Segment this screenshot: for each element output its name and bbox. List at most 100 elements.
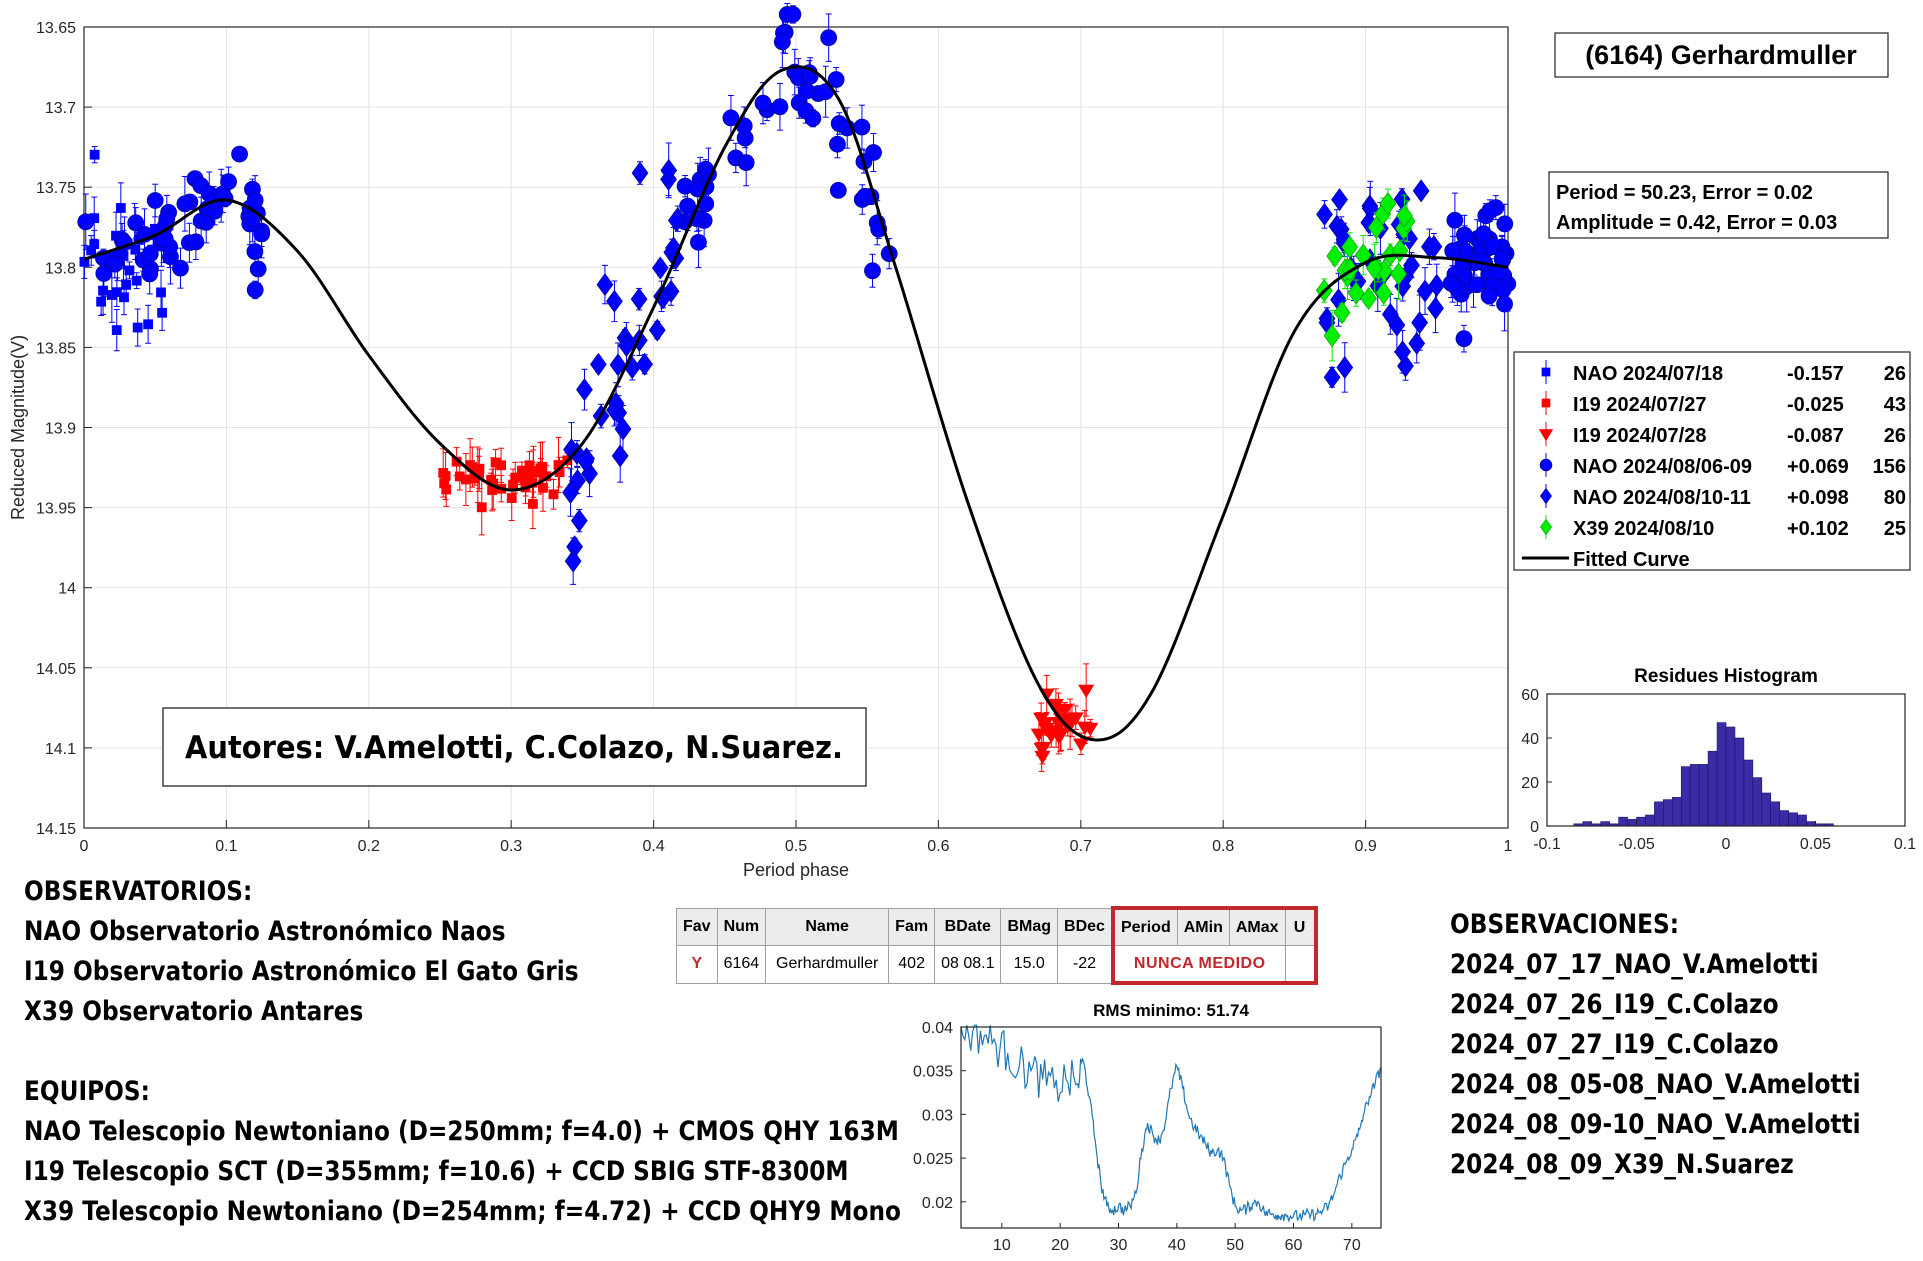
legend-count: 25 [1884, 518, 1906, 540]
data-point [231, 145, 248, 163]
legend-offset: +0.102 [1787, 518, 1849, 540]
data-point [771, 98, 789, 116]
data-point [89, 149, 100, 160]
data-point [1444, 242, 1462, 260]
legend-count: 26 [1884, 363, 1906, 385]
table-header: BMag [1000, 907, 1059, 946]
data-point [527, 499, 538, 509]
histogram-bar [1689, 764, 1700, 827]
histogram-bar [1680, 766, 1691, 827]
histogram-bar [1600, 821, 1610, 827]
x-tick-label: 1 [1504, 838, 1513, 855]
rms-plot: RMS minimo: 51.74 10 20 30 40 50 60 70 0.02 0.025… [913, 1001, 1382, 1254]
data-point [1496, 295, 1513, 313]
data-point [737, 154, 755, 172]
data-points [77, 2, 1517, 772]
histogram-bar [1654, 801, 1664, 827]
legend-count: 80 [1884, 487, 1906, 509]
period-text: Period = 50.23, Error = 0.02 [1556, 182, 1813, 204]
table-header: Num [716, 907, 767, 946]
data-point [856, 187, 874, 205]
legend-label: Fitted Curve [1573, 549, 1690, 571]
x-tick-label: 30 [1110, 1237, 1128, 1254]
table-header: AMax [1228, 906, 1286, 946]
observacion-line: 2024_07_17_NAO_V.Amelotti [1450, 949, 1819, 980]
chart-title: (6164) Gerhardmuller [1585, 40, 1857, 70]
y-tick-label: 13.9 [45, 421, 76, 438]
histogram-bar [1734, 737, 1745, 827]
data-point [1496, 215, 1514, 233]
y-tick-label: 40 [1521, 731, 1539, 748]
y-tick-label: 20 [1521, 775, 1539, 792]
data-point [1442, 274, 1460, 292]
data-point [89, 239, 100, 250]
data-point [576, 378, 593, 402]
legend-label: NAO 2024/07/18 [1573, 363, 1723, 385]
observacion-line: 2024_08_05-08_NAO_V.Amelotti [1450, 1069, 1861, 1100]
data-point [606, 289, 623, 313]
x-tick-label: 0.1 [1894, 836, 1916, 853]
table-cell: 08 08.1 [934, 945, 1002, 984]
data-point [176, 195, 194, 213]
y-tick-label: 0.035 [913, 1064, 953, 1081]
data-point [804, 109, 822, 127]
data-point [651, 256, 669, 280]
histogram-bar [1636, 816, 1646, 827]
observatorio-line: X39 Observatorio Antares [24, 996, 364, 1027]
series-2 [1030, 663, 1099, 772]
histogram-bar [1770, 801, 1780, 827]
legend: NAO 2024/07/18 -0.157 26 I19 2024/07/27 -0.0… [1513, 351, 1911, 571]
observacion-line: 2024_08_09_X39_N.Suarez [1450, 1149, 1794, 1180]
data-point [820, 29, 838, 47]
data-point [132, 322, 143, 333]
histogram-bar [1707, 750, 1718, 827]
data-point [864, 262, 881, 280]
y-tick-label: 0.03 [922, 1107, 953, 1124]
table-cell: 402 [888, 945, 936, 984]
x-tick-label: 0.5 [785, 838, 807, 855]
table-header: Fav [676, 907, 718, 946]
data-point [141, 245, 159, 263]
data-point [439, 478, 450, 489]
histogram-bar [1752, 777, 1763, 827]
data-point [95, 265, 113, 282]
legend-label: I19 2024/07/27 [1573, 394, 1706, 416]
observacion-line: 2024_08_09-10_NAO_V.Amelotti [1450, 1109, 1861, 1140]
data-point [1481, 202, 1499, 220]
data-point [1539, 458, 1553, 472]
histogram-bar [1645, 814, 1655, 827]
data-point [1323, 365, 1341, 389]
x-tick-label: 70 [1343, 1237, 1361, 1254]
data-point [246, 191, 264, 209]
data-point [648, 318, 666, 342]
main-chart: 0 0.1 0.2 0.3 0.4 0.5 0.6 0.7 0.8 0.9 1 13.65 13.7 13… [8, 2, 1911, 880]
data-point [141, 265, 159, 283]
data-point [631, 161, 649, 185]
data-point [454, 471, 465, 482]
data-point [249, 260, 267, 278]
data-point [1408, 331, 1426, 355]
observaciones-block: OBSERVACIONES: 2024_07_17_NAO_V.Amelotti… [1450, 905, 1861, 1185]
legend-offset: +0.098 [1787, 487, 1849, 509]
y-tick-label: 0 [1530, 819, 1539, 836]
histogram-bar [1743, 759, 1754, 827]
rms-frame [960, 1026, 1382, 1229]
data-point [773, 33, 791, 51]
table-cell: Gerhardmuller [765, 945, 890, 984]
data-point [784, 6, 802, 23]
amplitude-text: Amplitude = 0.42, Error = 0.03 [1556, 212, 1837, 234]
legend-label: I19 2024/07/28 [1573, 425, 1706, 447]
data-point [690, 233, 707, 251]
data-point [536, 464, 546, 475]
histogram-bar [1788, 812, 1798, 827]
y-tick-label: 13.75 [36, 180, 76, 197]
legend-label: NAO 2024/08/10-11 [1573, 487, 1751, 509]
observacion-line: 2024_07_27_I19_C.Colazo [1450, 1029, 1779, 1060]
data-point [1480, 287, 1498, 305]
data-point [853, 118, 871, 136]
x-tick-label: 0 [80, 838, 89, 855]
x-tick-label: -0.05 [1618, 836, 1655, 853]
x-tick-label: 0.9 [1354, 838, 1376, 855]
table-header: BDate [934, 907, 1002, 946]
legend-count: 43 [1884, 394, 1906, 416]
